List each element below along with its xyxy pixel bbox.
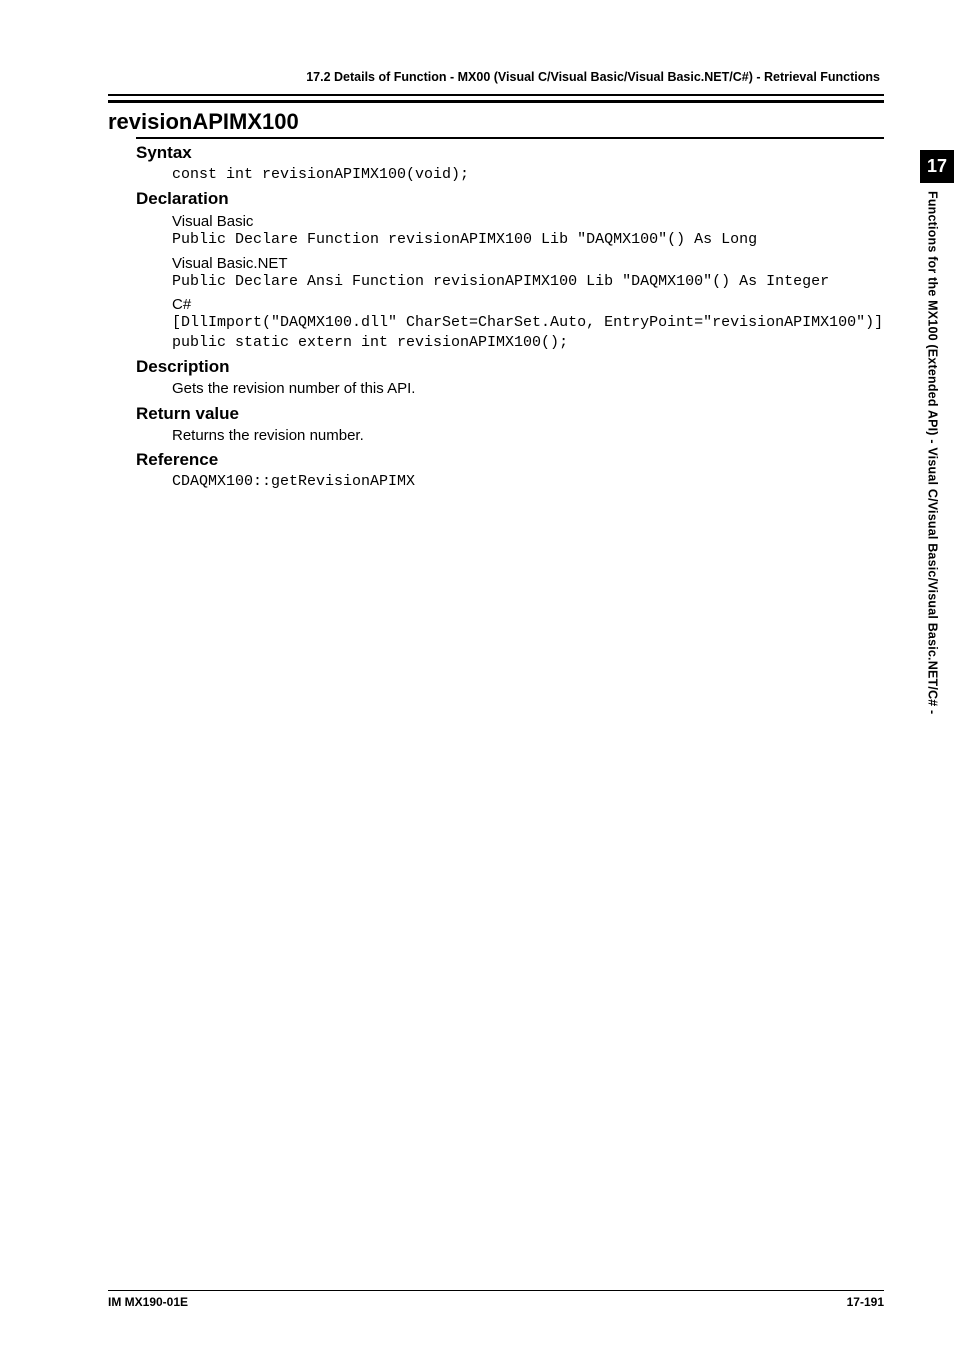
text-return-value: Returns the revision number.: [172, 426, 884, 446]
side-tab-label: Functions for the MX100 (Extended API) -…: [920, 191, 941, 714]
heading-reference: Reference: [136, 450, 884, 470]
code-visual-basic-net: Public Declare Ansi Function revisionAPI…: [172, 272, 884, 292]
heading-description: Description: [136, 357, 884, 377]
footer-right: 17-191: [847, 1295, 884, 1309]
page: 17.2 Details of Function - MX00 (Visual …: [0, 0, 954, 1351]
heading-syntax: Syntax: [136, 143, 884, 163]
label-visual-basic: Visual Basic: [172, 213, 884, 230]
side-tab-number: 17: [920, 150, 954, 183]
heading-return-value: Return value: [136, 404, 884, 424]
side-tab: 17 Functions for the MX100 (Extended API…: [920, 150, 954, 714]
rule-footer: [108, 1290, 884, 1291]
footer: IM MX190-01E 17-191: [108, 1290, 884, 1309]
heading-declaration: Declaration: [136, 189, 884, 209]
code-visual-basic: Public Declare Function revisionAPIMX100…: [172, 230, 884, 250]
rule-top-2: [108, 100, 884, 103]
label-csharp: C#: [172, 296, 884, 313]
running-head: 17.2 Details of Function - MX00 (Visual …: [108, 70, 884, 84]
text-description: Gets the revision number of this API.: [172, 379, 884, 399]
section-title: revisionAPIMX100: [108, 109, 884, 135]
rule-under-title: [136, 137, 884, 139]
code-reference: CDAQMX100::getRevisionAPIMX: [172, 472, 884, 492]
label-visual-basic-net: Visual Basic.NET: [172, 255, 884, 272]
code-syntax: const int revisionAPIMX100(void);: [172, 165, 884, 185]
code-csharp: [DllImport("DAQMX100.dll" CharSet=CharSe…: [172, 313, 884, 354]
footer-left: IM MX190-01E: [108, 1295, 188, 1309]
